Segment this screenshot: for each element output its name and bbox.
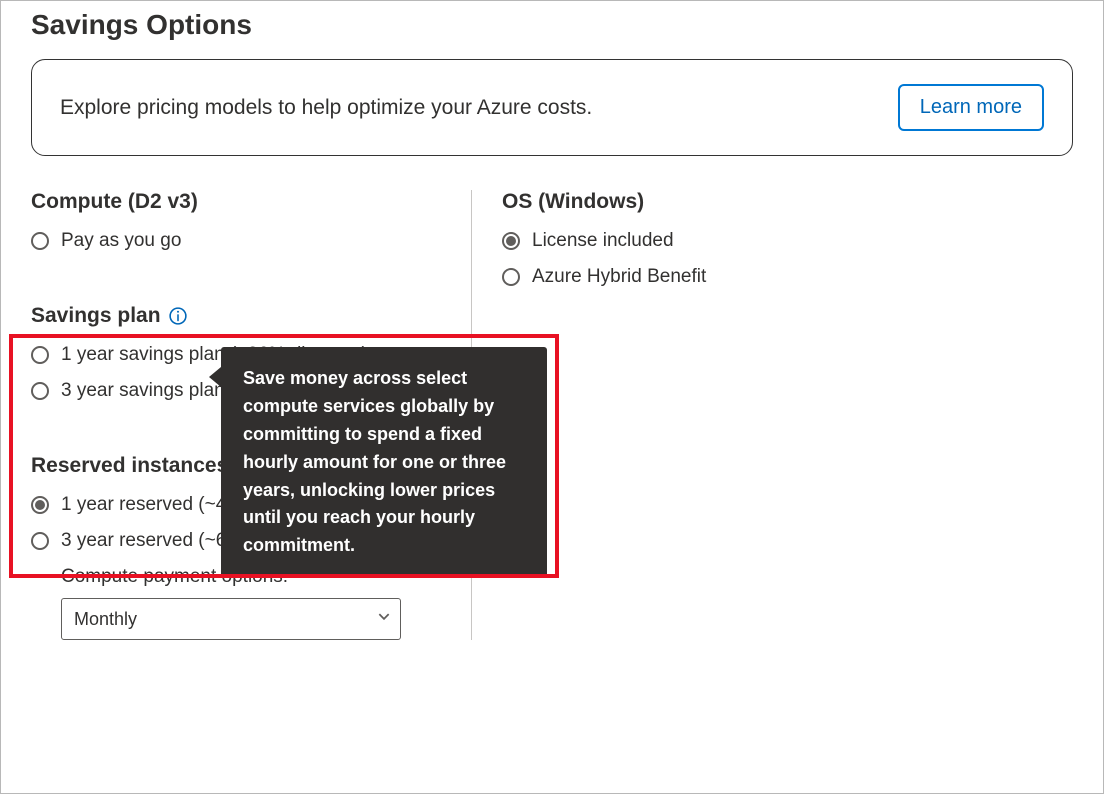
info-banner: Explore pricing models to help optimize … <box>31 59 1073 156</box>
banner-text: Explore pricing models to help optimize … <box>60 96 592 120</box>
radio-icon[interactable] <box>31 346 49 364</box>
compute-heading-text: Compute (D2 v3) <box>31 190 198 214</box>
page-title: Savings Options <box>31 9 1073 41</box>
radio-icon[interactable] <box>31 496 49 514</box>
radio-license-included[interactable]: License included <box>502 230 1073 252</box>
select-value: Monthly <box>74 609 137 630</box>
radio-icon[interactable] <box>31 382 49 400</box>
reserved-heading-text: Reserved instances <box>31 454 228 478</box>
savings-plan-tooltip: Save money across select compute service… <box>221 347 547 578</box>
radio-label: Azure Hybrid Benefit <box>532 266 706 288</box>
learn-more-button[interactable]: Learn more <box>898 84 1044 131</box>
radio-azure-hybrid-benefit[interactable]: Azure Hybrid Benefit <box>502 266 1073 288</box>
savings-plan-heading: Savings plan <box>31 304 461 328</box>
os-heading-text: OS (Windows) <box>502 190 644 214</box>
os-heading: OS (Windows) <box>502 190 1073 214</box>
radio-label: License included <box>532 230 674 252</box>
payment-options-select[interactable]: Monthly <box>61 598 401 640</box>
compute-heading: Compute (D2 v3) <box>31 190 461 214</box>
savings-plan-heading-text: Savings plan <box>31 304 161 328</box>
info-icon[interactable] <box>169 307 187 325</box>
radio-label: Pay as you go <box>61 230 181 252</box>
radio-icon[interactable] <box>31 532 49 550</box>
radio-icon[interactable] <box>502 232 520 250</box>
radio-icon[interactable] <box>502 268 520 286</box>
radio-icon[interactable] <box>31 232 49 250</box>
radio-pay-as-you-go[interactable]: Pay as you go <box>31 230 461 252</box>
